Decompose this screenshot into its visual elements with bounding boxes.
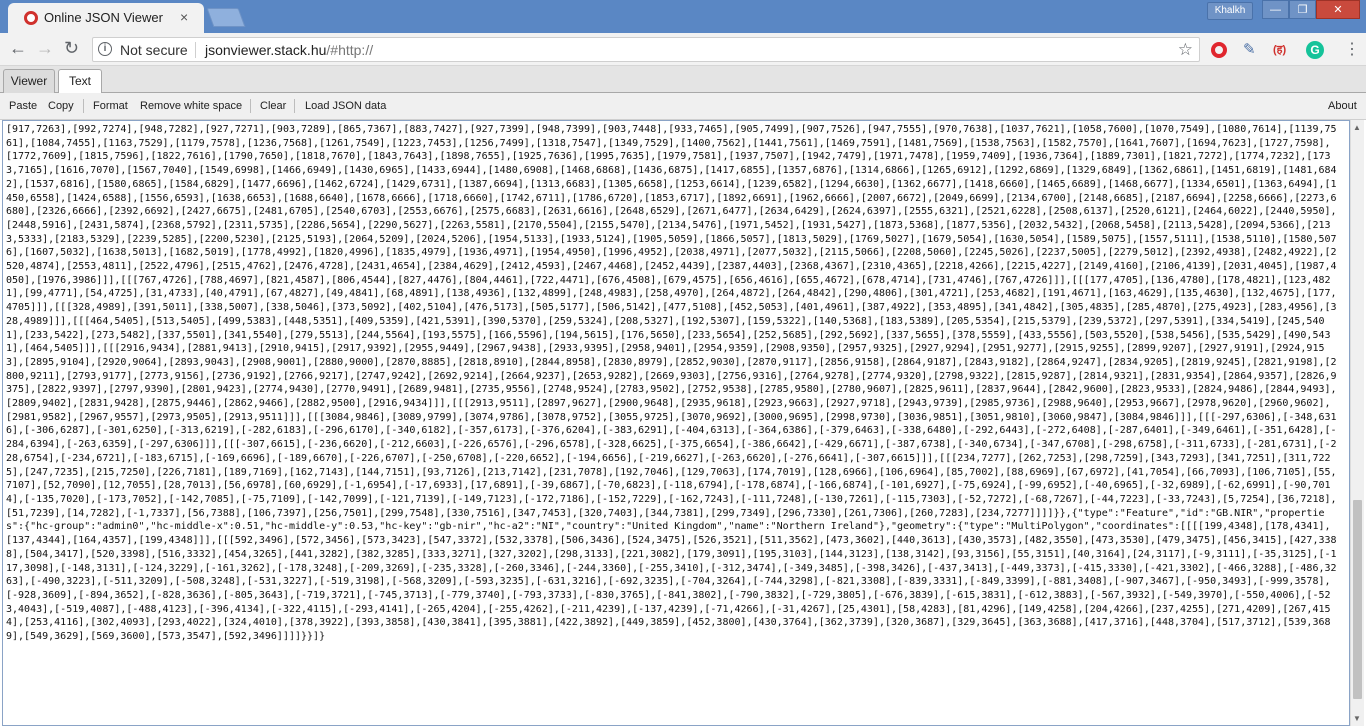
info-icon[interactable]: i (98, 42, 112, 56)
toolbar-divider (294, 99, 295, 113)
not-secure-label[interactable]: Not secure (120, 42, 188, 58)
url-path: /#http:// (326, 42, 374, 58)
address-bar[interactable]: i Not secure jsonviewer.stack.hu/#http:/… (92, 37, 1200, 62)
load-json-button[interactable]: Load JSON data (305, 100, 386, 112)
paste-button[interactable]: Paste (9, 100, 37, 112)
grammarly-extension-icon[interactable]: G (1306, 41, 1324, 59)
copy-button[interactable]: Copy (48, 100, 74, 112)
opera-extension-icon[interactable] (1211, 42, 1227, 58)
color-picker-extension-icon[interactable]: ✎ (1243, 41, 1256, 59)
about-link[interactable]: About (1328, 100, 1357, 112)
scroll-down-icon[interactable]: ▼ (1353, 714, 1361, 723)
remove-white-space-button[interactable]: Remove white space (140, 100, 242, 112)
opera-favicon-icon (24, 11, 38, 25)
json-text-area[interactable]: [917,7263],[992,7274],[948,7282],[927,72… (2, 120, 1350, 726)
editor-toolbar: Paste Copy Format Remove white space Cle… (0, 93, 1366, 120)
vertical-scrollbar[interactable]: ▲ ▼ (1350, 120, 1364, 726)
tab-text[interactable]: Text (58, 69, 102, 94)
user-profile-badge[interactable]: Khalkh (1207, 2, 1253, 20)
tab-close-icon[interactable]: × (180, 9, 188, 25)
hindi-extension-icon[interactable]: (ह) (1273, 41, 1286, 59)
viewer-tab-bar: Viewer Text (0, 66, 1366, 94)
json-text-content[interactable]: [917,7263],[992,7274],[948,7282],[927,72… (6, 123, 1342, 644)
browser-menu-icon[interactable]: ⋮ (1344, 41, 1360, 59)
browser-tab-active[interactable]: Online JSON Viewer × (8, 3, 204, 33)
tab-viewer[interactable]: Viewer (3, 69, 55, 93)
address-divider (195, 42, 196, 58)
window-close-button[interactable]: ✕ (1316, 0, 1360, 19)
window-maximize-button[interactable]: ❐ (1289, 0, 1316, 19)
browser-tab-title: Online JSON Viewer (44, 10, 163, 25)
url-text[interactable]: jsonviewer.stack.hu/#http:// (205, 42, 373, 58)
bookmark-star-icon[interactable]: ☆ (1178, 40, 1193, 60)
format-button[interactable]: Format (93, 100, 128, 112)
url-host: jsonviewer.stack.hu (205, 42, 327, 58)
new-tab-button[interactable] (206, 8, 246, 27)
browser-toolbar: ← → ↻ i Not secure jsonviewer.stack.hu/#… (0, 33, 1366, 66)
toolbar-divider (83, 99, 84, 113)
reload-icon[interactable]: ↻ (64, 38, 79, 58)
back-arrow-icon[interactable]: ← (9, 38, 27, 58)
scroll-up-icon[interactable]: ▲ (1353, 123, 1361, 132)
toolbar-divider (250, 99, 251, 113)
clear-button[interactable]: Clear (260, 100, 286, 112)
scrollbar-thumb[interactable] (1353, 500, 1362, 699)
browser-title-bar: Online JSON Viewer × Khalkh — ❐ ✕ (0, 0, 1366, 33)
forward-arrow-icon[interactable]: → (36, 38, 54, 58)
window-minimize-button[interactable]: — (1262, 0, 1289, 19)
